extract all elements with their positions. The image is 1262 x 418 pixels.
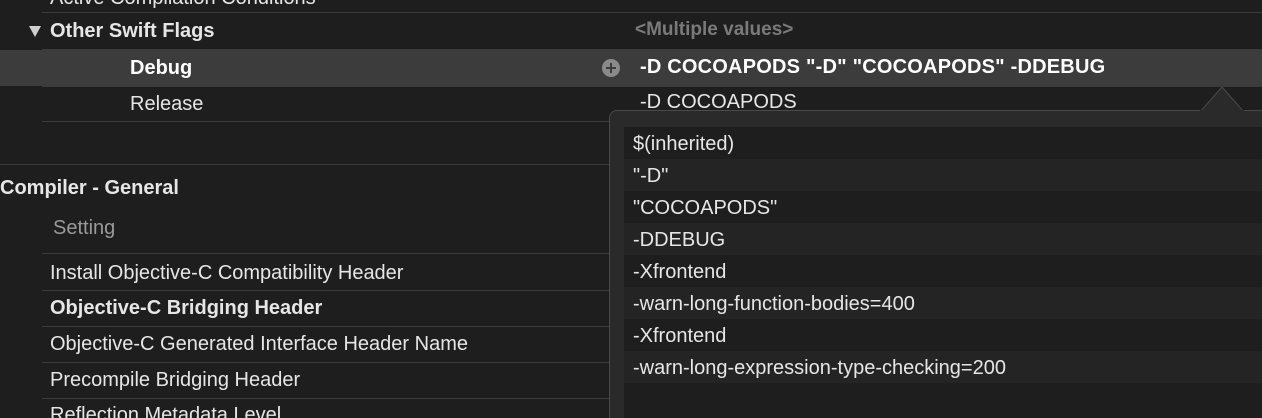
release-label: Release [130, 93, 204, 115]
popover-arrow-icon [1200, 86, 1244, 112]
section-divider [0, 164, 612, 165]
list-item[interactable]: "COCOAPODS" [624, 191, 1262, 223]
setting-row-label[interactable]: Objective-C Generated Interface Header N… [50, 334, 468, 354]
list-item-text[interactable]: "COCOAPODS" [633, 198, 777, 218]
divider [42, 290, 612, 291]
debug-label: Debug [130, 57, 193, 79]
list-item[interactable]: $(inherited) [624, 127, 1262, 159]
list-item-text[interactable]: -Xfrontend [633, 262, 726, 282]
list-item[interactable]: -warn-long-function-bodies=400 [624, 287, 1262, 319]
release-value[interactable]: -D COCOAPODS [640, 92, 797, 112]
list-item[interactable]: -Xfrontend [624, 319, 1262, 351]
list-item[interactable]: -Xfrontend [624, 255, 1262, 287]
divider [42, 362, 612, 363]
list-item-text[interactable]: "-D" [633, 166, 668, 186]
build-settings-editor: Active Compilation Conditions Other Swif… [0, 0, 1262, 418]
list-item-text[interactable]: -DDEBUG [633, 230, 725, 250]
list-item[interactable]: -warn-long-expression-type-checking=200 [624, 351, 1262, 383]
flags-list: $(inherited) "-D" "COCOAPODS" -DDEBUG -X… [624, 127, 1262, 418]
divider [42, 12, 1262, 13]
divider [42, 121, 612, 122]
active-compilation-conditions-title[interactable]: Active Compilation Conditions [50, 0, 316, 8]
multiple-values-label[interactable]: <Multiple values> [635, 20, 793, 39]
setting-row-label[interactable]: Install Objective-C Compatibility Header [50, 263, 403, 283]
other-swift-flags-title[interactable]: Other Swift Flags [50, 21, 214, 41]
list-item-text[interactable]: -Xfrontend [633, 326, 726, 346]
list-item-empty [624, 383, 1262, 415]
list-item[interactable]: -DDEBUG [624, 223, 1262, 255]
setting-row-label[interactable]: Reflection Metadata Level [50, 405, 281, 418]
divider [42, 253, 612, 254]
list-item-text[interactable]: $(inherited) [633, 134, 734, 154]
setting-column-header[interactable]: Setting [53, 218, 115, 238]
list-item[interactable]: "-D" [624, 159, 1262, 191]
disclosure-triangle-icon[interactable] [28, 24, 42, 38]
list-item-text[interactable]: -warn-long-expression-type-checking=200 [633, 358, 1006, 378]
add-condition-icon[interactable] [601, 58, 621, 78]
setting-row-label[interactable]: Objective-C Bridging Header [50, 298, 322, 318]
section-title: Compiler - General [0, 177, 179, 199]
divider [42, 398, 612, 399]
divider [42, 326, 612, 327]
list-item-text[interactable]: -warn-long-function-bodies=400 [633, 294, 915, 314]
debug-value[interactable]: -D COCOAPODS "-D" "COCOAPODS" -DDEBUG [640, 57, 1105, 77]
setting-row-label[interactable]: Precompile Bridging Header [50, 370, 300, 390]
divider [42, 86, 1262, 87]
